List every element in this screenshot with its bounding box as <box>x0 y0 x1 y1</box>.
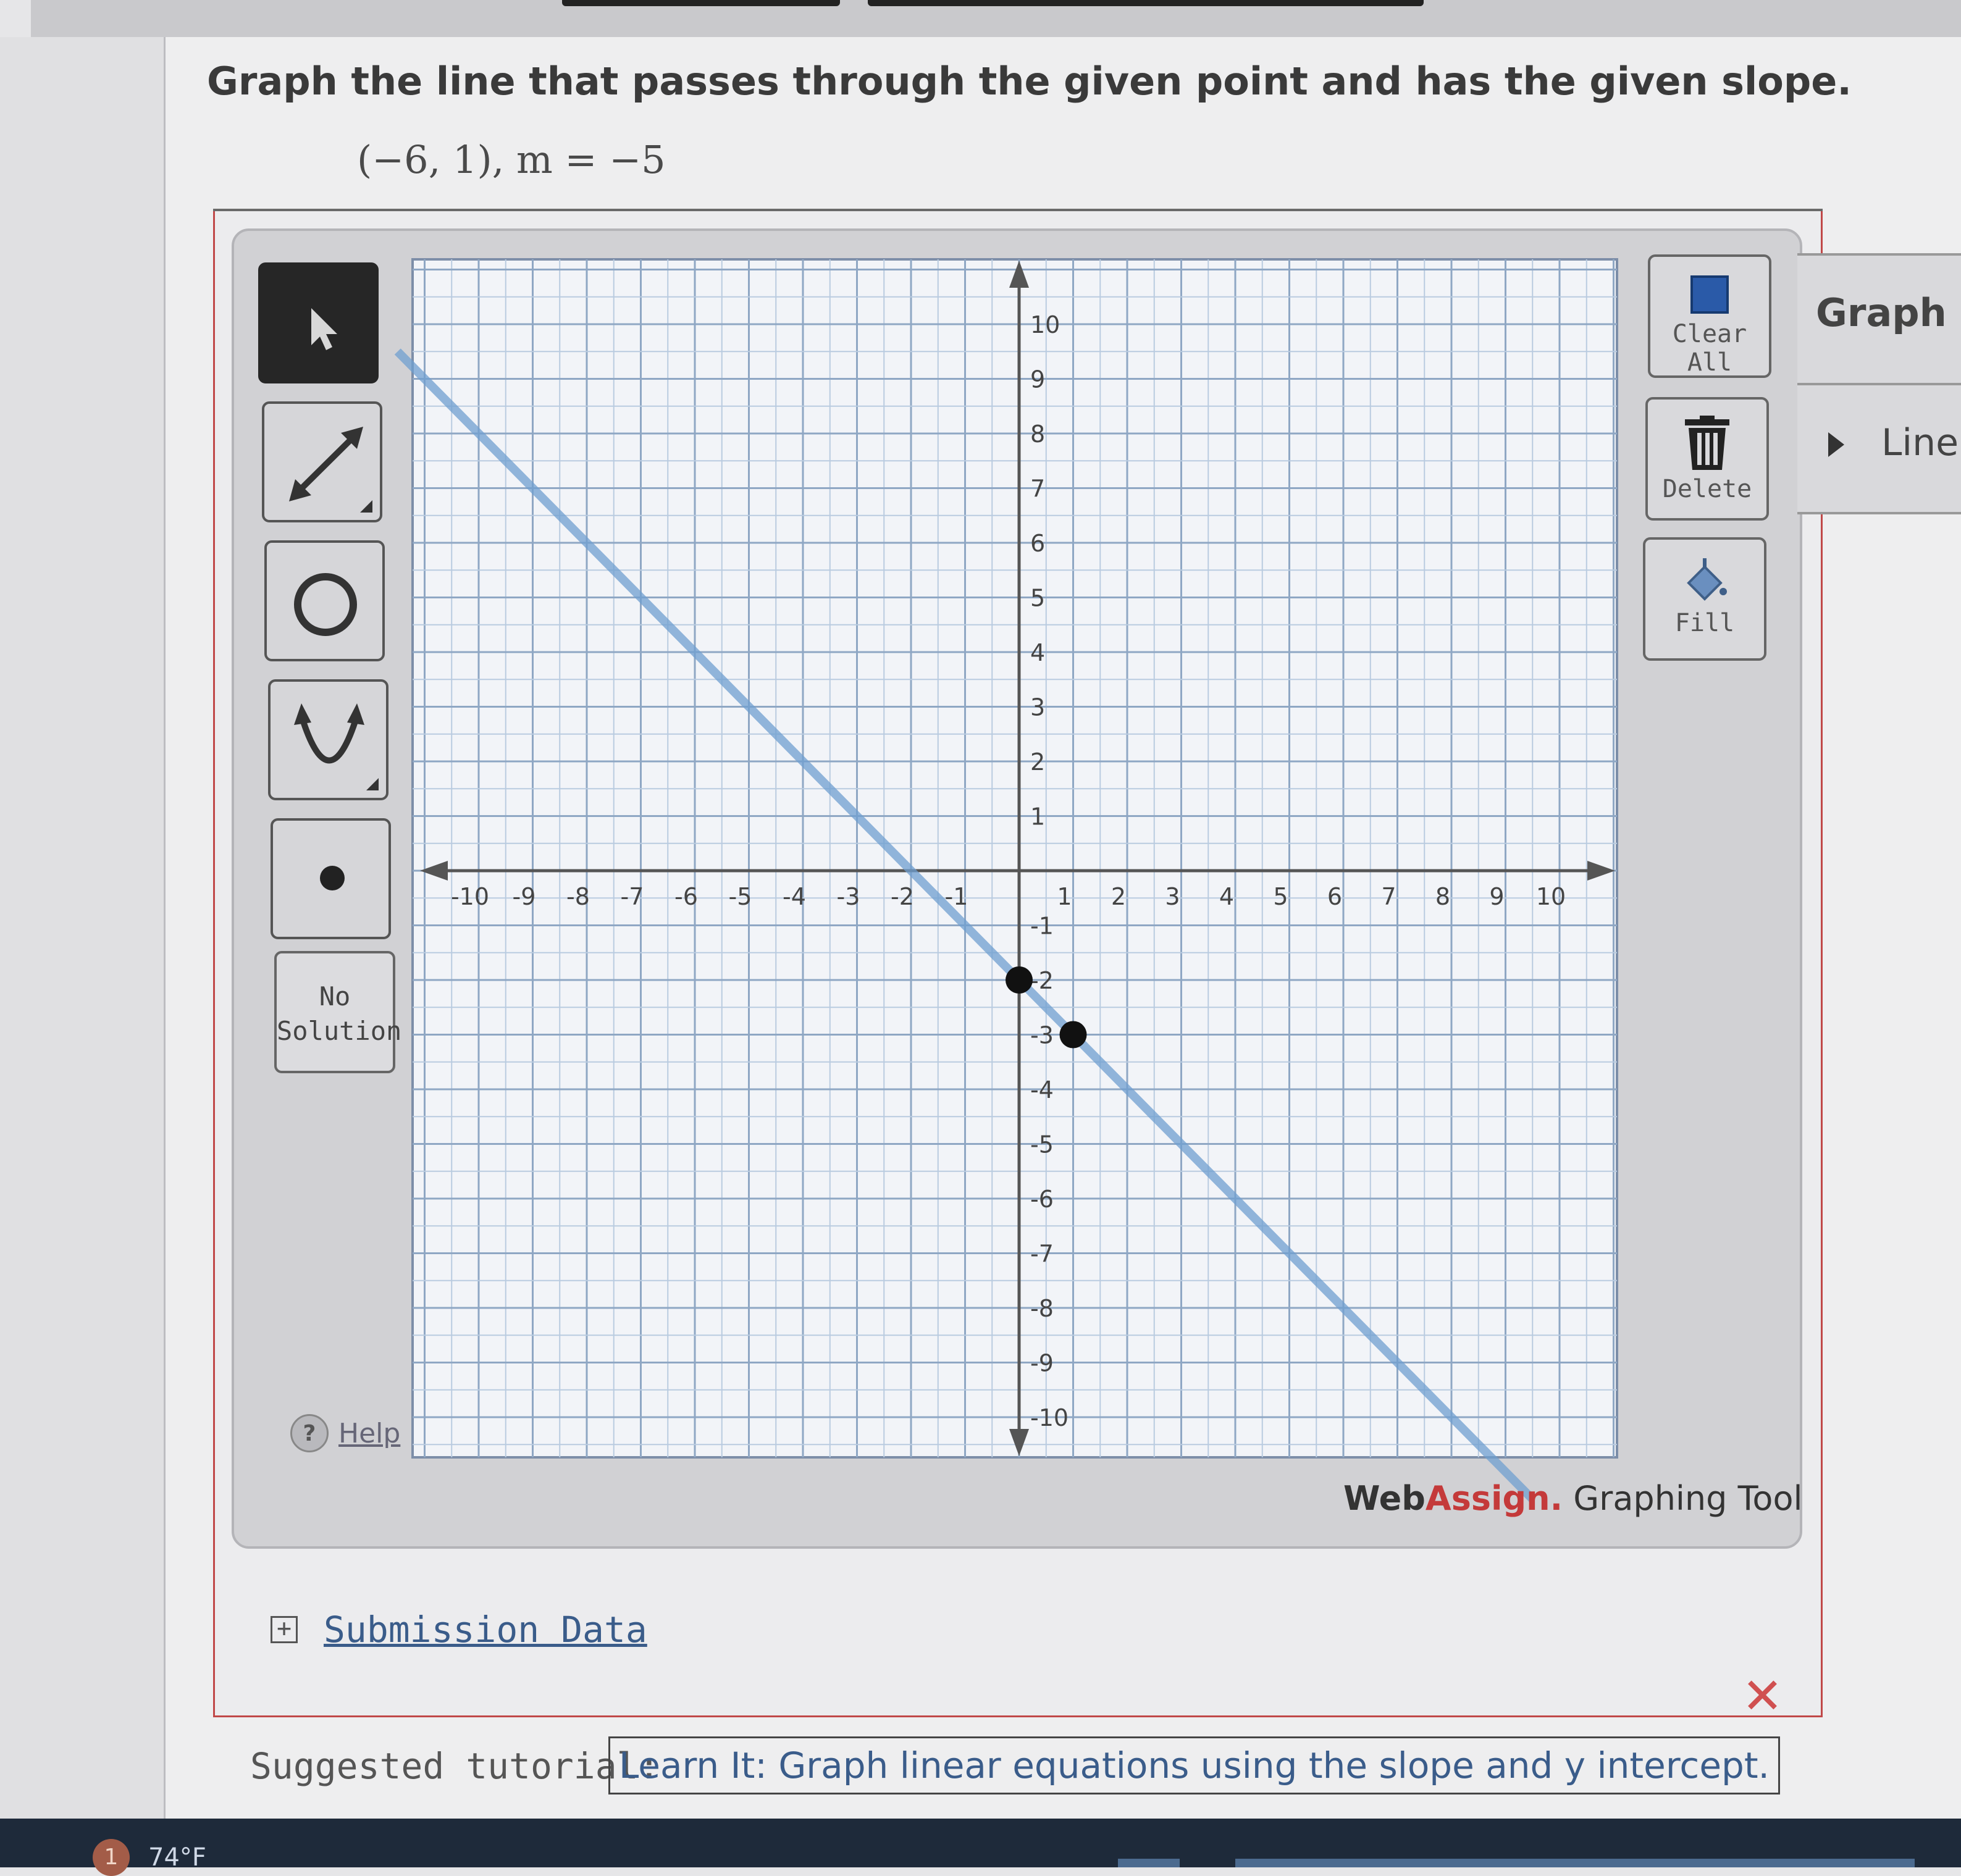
clear-all-icon <box>1690 275 1729 314</box>
side-panel-divider <box>1797 383 1961 385</box>
submission-data-label: Submission Data <box>324 1609 647 1651</box>
fill-button[interactable]: Fill <box>1643 537 1766 661</box>
incorrect-x-icon: ✕ <box>1742 1667 1784 1725</box>
plotted-point <box>1059 1021 1087 1049</box>
y-tick-label: 6 <box>1030 530 1045 557</box>
x-tick-label: -8 <box>566 883 590 910</box>
submission-data-toggle[interactable]: + Submission Data <box>271 1609 647 1651</box>
y-tick-label: 5 <box>1030 585 1045 612</box>
webassign-brand: WebAssign. Graphing Tool <box>1343 1479 1803 1518</box>
weather-notification-badge[interactable]: 1 <box>93 1839 130 1876</box>
x-tick-label: -1 <box>945 883 968 910</box>
x-tick-label: 2 <box>1111 883 1126 910</box>
clear-all-label: Clear All <box>1672 320 1747 377</box>
y-tick-label: 8 <box>1030 421 1045 448</box>
paint-bucket-icon <box>1687 558 1727 601</box>
x-tick-label: -7 <box>621 883 644 910</box>
x-tick-label: 3 <box>1165 883 1180 910</box>
expand-icon: + <box>271 1616 298 1643</box>
x-tick-label: -9 <box>513 883 536 910</box>
x-tick-label: 10 <box>1536 883 1566 910</box>
y-tick-label: -6 <box>1030 1186 1054 1213</box>
graph-layers-title: Graph L <box>1816 290 1961 335</box>
delete-label: Delete <box>1662 475 1752 503</box>
layer-item-line-label: Line <box>1881 421 1959 464</box>
y-tick-label: 1 <box>1030 803 1045 831</box>
clear-all-button[interactable]: Clear All <box>1648 254 1771 378</box>
brand-web: Web <box>1343 1479 1426 1518</box>
expand-caret-icon <box>1828 432 1844 458</box>
x-tick-label: -5 <box>729 883 752 910</box>
x-tick-label: 1 <box>1057 883 1072 910</box>
tutorial-link[interactable]: Learn It: Graph linear equations using t… <box>608 1736 1780 1794</box>
x-tick-label: 7 <box>1381 883 1396 910</box>
fill-label: Fill <box>1674 609 1735 637</box>
y-tick-label: -5 <box>1030 1131 1054 1158</box>
y-tick-label: 9 <box>1030 366 1045 393</box>
taskbar-app-icon[interactable] <box>1118 1859 1180 1867</box>
x-tick-label: -4 <box>783 883 806 910</box>
weather-temperature[interactable]: 74°F <box>148 1843 206 1872</box>
graph-background <box>411 258 1618 1459</box>
plotted-point <box>1006 966 1033 994</box>
y-tick-label: 4 <box>1030 639 1045 666</box>
y-tick-label: 7 <box>1030 475 1045 503</box>
x-tick-label: 5 <box>1273 883 1288 910</box>
x-tick-label: 8 <box>1435 883 1450 910</box>
y-tick-label: -10 <box>1030 1404 1069 1431</box>
brand-suffix: Graphing Tool <box>1563 1479 1803 1518</box>
y-tick-label: 10 <box>1030 311 1060 338</box>
taskbar-app-strip <box>1235 1859 1915 1867</box>
y-tick-label: -7 <box>1030 1241 1054 1268</box>
y-tick-label: 2 <box>1030 748 1045 776</box>
x-tick-label: -2 <box>891 883 914 910</box>
x-tick-label: 4 <box>1219 883 1234 910</box>
x-tick-label: -3 <box>837 883 860 910</box>
y-tick-label: 3 <box>1030 694 1045 721</box>
y-tick-label: -4 <box>1030 1076 1054 1103</box>
y-tick-label: -2 <box>1030 967 1054 994</box>
suggested-tutorial-label: Suggested tutorial: <box>250 1745 660 1787</box>
x-tick-label: 6 <box>1327 883 1342 910</box>
x-tick-label: -10 <box>451 883 489 910</box>
y-tick-label: -9 <box>1030 1350 1054 1377</box>
delete-button[interactable]: Delete <box>1645 397 1769 521</box>
y-tick-label: -8 <box>1030 1295 1054 1322</box>
y-tick-label: -3 <box>1030 1022 1054 1049</box>
y-tick-label: -1 <box>1030 913 1054 940</box>
x-tick-label: 9 <box>1489 883 1504 910</box>
trash-icon <box>1685 416 1729 470</box>
layer-item-line[interactable]: Line <box>1828 421 1959 464</box>
brand-assign: Assign. <box>1425 1479 1563 1518</box>
x-tick-label: -6 <box>674 883 698 910</box>
